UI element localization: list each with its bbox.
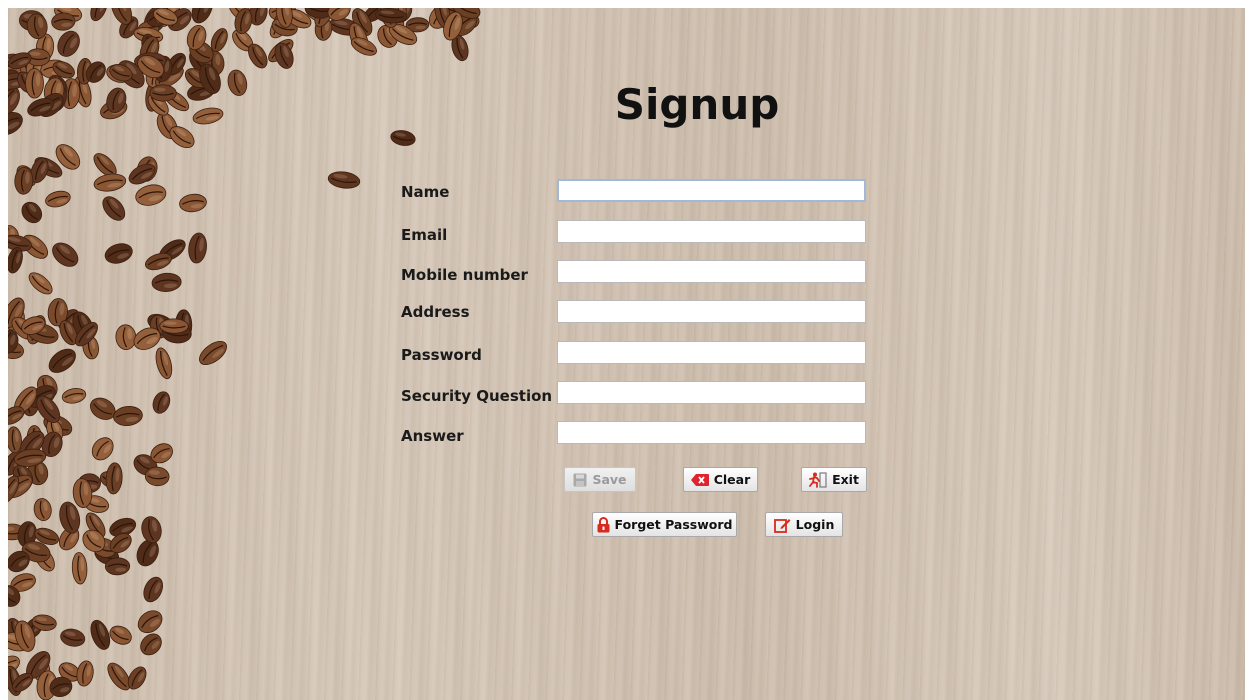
save-button-label: Save bbox=[592, 472, 627, 487]
email-input[interactable] bbox=[557, 220, 866, 243]
clear-button-label: Clear bbox=[713, 472, 751, 487]
mobile-number-label: Mobile number bbox=[401, 266, 528, 284]
edit-pencil-icon bbox=[773, 517, 791, 533]
forget-password-button-label: Forget Password bbox=[614, 517, 733, 532]
email-label: Email bbox=[401, 226, 448, 244]
security-question-label: Security Question bbox=[401, 387, 553, 405]
exit-button-label: Exit bbox=[832, 472, 859, 487]
exit-door-icon bbox=[809, 471, 827, 488]
signup-window: Signup Name Email Mobile number Address … bbox=[0, 0, 1253, 700]
name-input[interactable] bbox=[557, 179, 866, 202]
forget-password-button[interactable]: Forget Password bbox=[592, 512, 737, 537]
security-question-input[interactable] bbox=[557, 381, 866, 404]
padlock-icon bbox=[597, 516, 610, 533]
address-label: Address bbox=[401, 303, 470, 321]
login-button-label: Login bbox=[795, 517, 835, 532]
answer-label: Answer bbox=[401, 427, 464, 445]
exit-button[interactable]: Exit bbox=[801, 467, 867, 492]
address-input[interactable] bbox=[557, 300, 866, 323]
save-button[interactable]: Save bbox=[564, 467, 636, 492]
floppy-disk-icon bbox=[573, 473, 587, 487]
password-label: Password bbox=[401, 346, 482, 364]
login-button[interactable]: Login bbox=[765, 512, 843, 537]
answer-input[interactable] bbox=[557, 421, 866, 444]
password-input[interactable] bbox=[557, 341, 866, 364]
name-label: Name bbox=[401, 183, 450, 201]
page-title: Signup bbox=[614, 80, 780, 129]
clear-button[interactable]: Clear bbox=[683, 467, 758, 492]
mobile-number-input[interactable] bbox=[557, 260, 866, 283]
clear-eraser-icon bbox=[690, 473, 709, 486]
